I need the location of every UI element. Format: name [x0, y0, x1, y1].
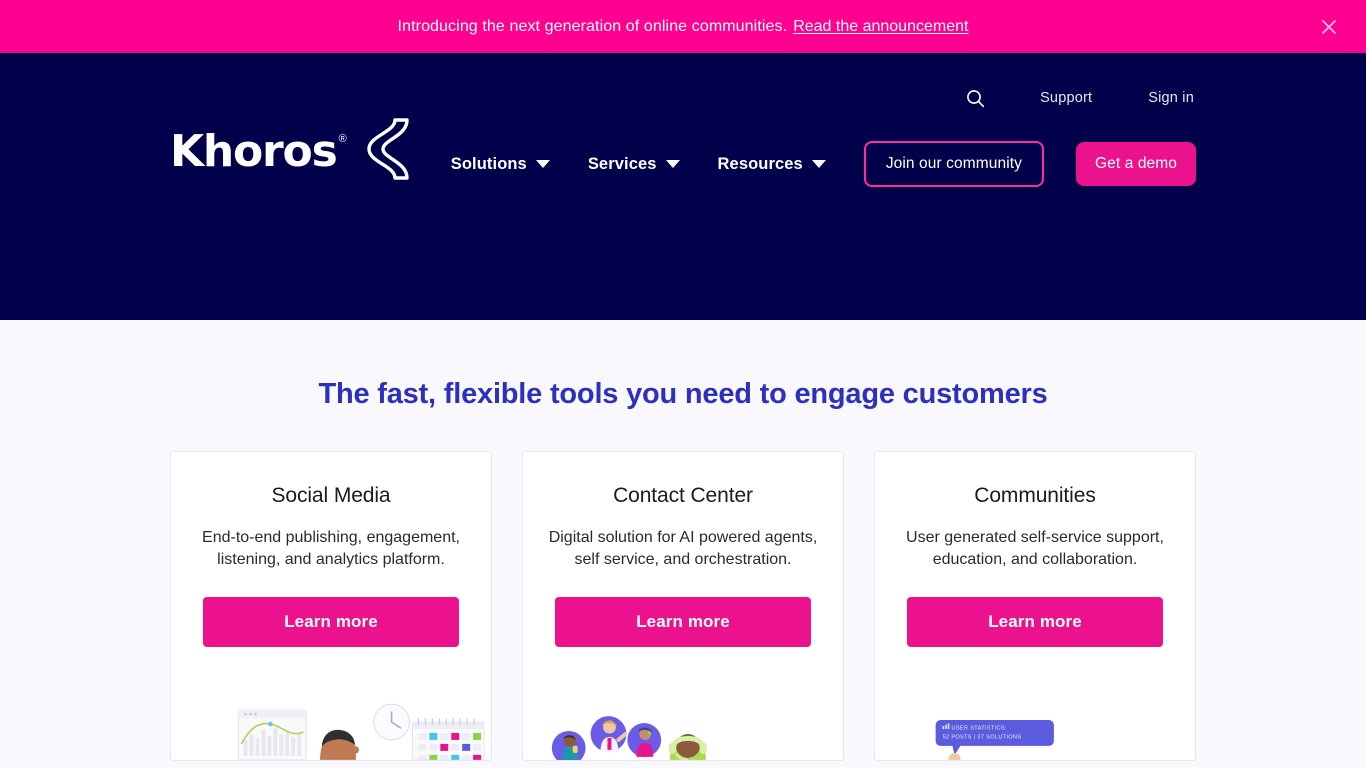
product-card-social-media[interactable]: Social Media End-to-end publishing, enga… [170, 451, 492, 761]
signin-link[interactable]: Sign in [1146, 86, 1196, 110]
tooltip-heading: USER STATISTICS: [952, 726, 1007, 732]
nav-label-services: Services [587, 154, 657, 173]
support-link[interactable]: Support [1038, 86, 1094, 110]
announcement-text: Introducing the next generation of onlin… [397, 17, 788, 35]
nav-item-resources[interactable]: Resources [718, 155, 826, 174]
card-description: Digital solution for AI powered agents, … [548, 529, 818, 569]
announcement-banner: Introducing the next generation of onlin… [0, 0, 1366, 53]
chevron-down-icon [535, 160, 550, 168]
product-cards: Social Media End-to-end publishing, enga… [170, 451, 1196, 761]
learn-more-button[interactable]: Learn more [555, 596, 811, 647]
product-card-communities[interactable]: Communities User generated self-service … [874, 451, 1196, 761]
chevron-down-icon [665, 160, 680, 168]
page-title: The fast, flexible tools you need to eng… [318, 378, 1048, 410]
analytics-dashboard-illustration [171, 700, 491, 760]
close-icon[interactable] [1316, 14, 1342, 40]
card-description: End-to-end publishing, engagement, liste… [202, 529, 460, 569]
announcement-link[interactable]: Read the announcement [793, 18, 968, 36]
khoros-logo-mark-icon [355, 118, 411, 185]
card-title: Contact Center [613, 484, 753, 507]
nav-item-services[interactable]: Services [588, 155, 680, 174]
nav-label-solutions: Solutions [450, 154, 527, 173]
agent-avatars-illustration [523, 700, 843, 760]
user-statistics-illustration: USER STATISTICS: 52 POSTS | 37 SOLUTIONS [875, 700, 1195, 760]
join-our-community-button[interactable]: Join our community [863, 141, 1044, 187]
main-navigation: Solutions Services Resources Join our co… [451, 141, 1196, 187]
header-inner: Support Sign in Khoros ® Solutions Servi… [170, 53, 1196, 320]
brand-wordmark: Khoros [170, 125, 338, 177]
utility-nav: Support Sign in [960, 83, 1196, 113]
product-card-contact-center[interactable]: Contact Center Digital solution for AI p… [522, 451, 844, 761]
card-description: User generated self-service support, edu… [906, 529, 1164, 569]
chevron-down-icon [811, 160, 826, 168]
get-a-demo-button[interactable]: Get a demo [1076, 142, 1196, 186]
khoros-logo[interactable]: Khoros ® [170, 118, 411, 185]
nav-item-solutions[interactable]: Solutions [451, 155, 550, 174]
site-header: Support Sign in Khoros ® Solutions Servi… [0, 53, 1366, 320]
registered-mark-icon: ® [338, 133, 347, 145]
card-title: Social Media [271, 484, 391, 507]
learn-more-button[interactable]: Learn more [907, 596, 1163, 647]
tooltip-stats: 52 POSTS | 37 SOLUTIONS [943, 735, 1022, 741]
learn-more-button[interactable]: Learn more [203, 596, 459, 647]
nav-label-resources: Resources [717, 154, 803, 173]
card-title: Communities [974, 484, 1096, 507]
main-content: The fast, flexible tools you need to eng… [0, 320, 1366, 768]
search-icon[interactable] [960, 83, 990, 113]
